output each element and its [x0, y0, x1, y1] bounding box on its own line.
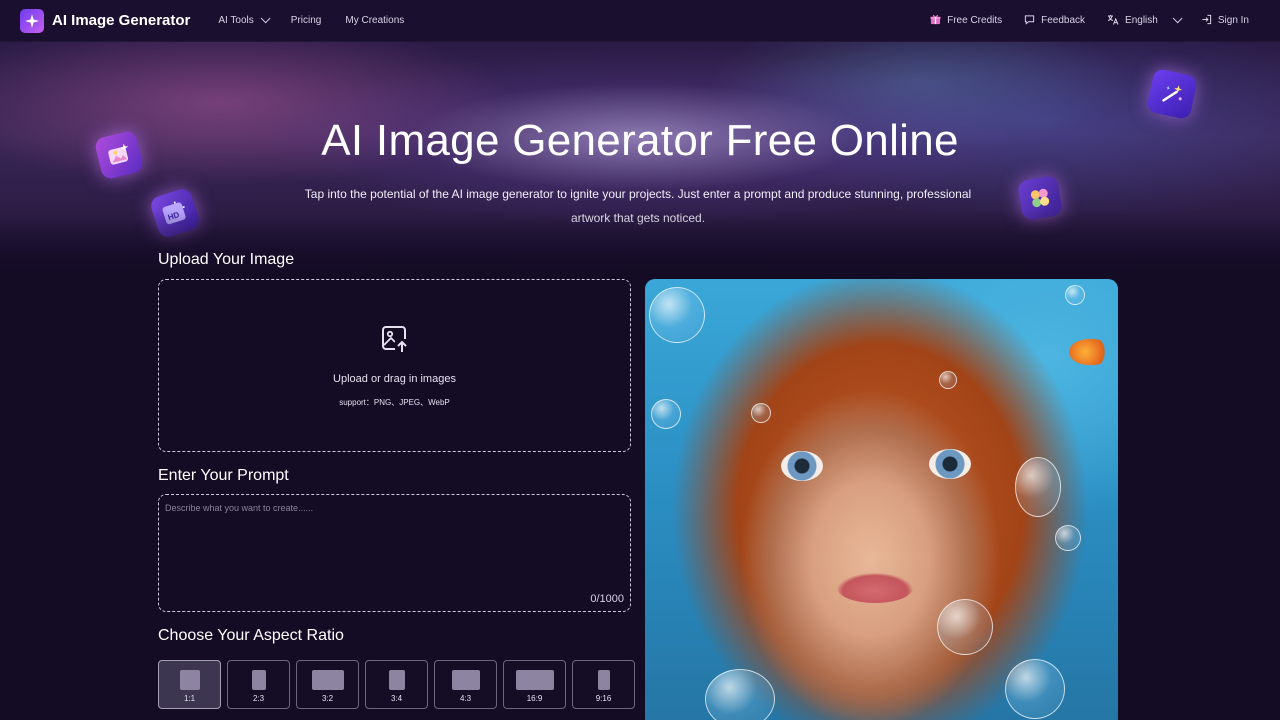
chevron-down-icon [260, 13, 271, 24]
hero-banner: HD AI Image Generator Free Online Tap in… [0, 42, 1280, 280]
aspect-ratio-3-2[interactable]: 3:2 [296, 660, 359, 709]
portrait-eye-right [929, 449, 971, 479]
nav-ai-tools[interactable]: AI Tools [218, 13, 271, 26]
prompt-section-title: Enter Your Prompt [158, 467, 289, 484]
nav-my-creations-label: My Creations [345, 15, 405, 26]
aspect-ratio-3-4[interactable]: 3:4 [365, 660, 428, 709]
ratio-preview-shape [515, 670, 554, 690]
chevron-down-icon [1172, 13, 1183, 24]
bubble [1055, 525, 1081, 551]
nav-pricing[interactable]: Pricing [291, 15, 322, 26]
ratio-label: 1:1 [183, 694, 196, 703]
ratio-label: 4:3 [459, 694, 472, 703]
ratio-label: 3:2 [321, 694, 334, 703]
sparkle-logo-icon [20, 8, 44, 33]
sign-in-link[interactable]: Sign In [1201, 14, 1249, 28]
prompt-char-count: 0/1000 [590, 593, 624, 605]
brand-title: AI Image Generator [52, 12, 191, 29]
nav-my-creations[interactable]: My Creations [345, 15, 404, 26]
prompt-container: 0/1000 [158, 494, 631, 612]
language-label: English [1125, 15, 1158, 26]
svg-text:HD: HD [167, 210, 181, 222]
feedback-label: Feedback [1041, 15, 1086, 26]
bubble [1005, 659, 1065, 719]
ratio-preview-shape [388, 670, 405, 690]
feedback-link[interactable]: Feedback [1024, 14, 1085, 28]
prompt-input[interactable] [165, 503, 623, 587]
magic-wand-icon [1145, 67, 1199, 121]
ratio-label: 2:3 [252, 694, 265, 703]
ratio-preview-shape [311, 670, 344, 690]
aspect-ratio-4-3[interactable]: 4:3 [434, 660, 497, 709]
free-credits-label: Free Credits [947, 15, 1003, 26]
portrait-lips [837, 573, 913, 603]
aspect-ratio-section-title: Choose Your Aspect Ratio [158, 627, 344, 644]
bubble [937, 599, 993, 655]
upload-dropzone[interactable]: Upload or drag in images support：PNG、JPE… [158, 279, 631, 452]
bubble [1015, 457, 1061, 517]
bubble [751, 403, 771, 423]
upload-section-title: Upload Your Image [158, 251, 295, 268]
ratio-preview-shape [451, 670, 480, 690]
top-navbar: AI Image Generator AI Tools Pricing My C… [0, 0, 1280, 42]
ratio-label: 9:16 [595, 694, 612, 703]
ratio-preview-shape [597, 670, 610, 690]
chat-bubble-icon [1024, 14, 1035, 28]
ratio-preview-shape [251, 670, 266, 690]
bubble [1065, 285, 1085, 305]
upload-instruction: Upload or drag in images [333, 372, 456, 385]
hero-subtitle: Tap into the potential of the AI image g… [304, 187, 972, 225]
free-credits-link[interactable]: Free Credits [930, 14, 1002, 28]
gift-icon [930, 14, 941, 28]
language-select[interactable]: English [1107, 13, 1183, 28]
page-title: AI Image Generator Free Online [321, 116, 959, 165]
translate-icon [1107, 14, 1119, 28]
nav-links: AI Tools Pricing My Creations [218, 13, 404, 26]
bubble [705, 669, 775, 720]
aspect-ratio-16-9[interactable]: 16:9 [503, 660, 566, 709]
bubble [649, 287, 705, 343]
ratio-preview-shape [179, 670, 200, 690]
apps-grid-icon [1016, 174, 1064, 222]
nav-right: Free Credits Feedback English Sign In [930, 13, 1260, 28]
ratio-label: 16:9 [526, 694, 543, 703]
aspect-ratio-9-16[interactable]: 9:16 [572, 660, 635, 709]
nav-pricing-label: Pricing [290, 15, 322, 26]
nav-ai-tools-label: AI Tools [218, 15, 254, 26]
aspect-ratio-options: 1:1 2:3 3:2 3:4 4:3 16:9 9:16 [158, 660, 635, 709]
upload-support-formats: support：PNG、JPEG、WebP [339, 397, 450, 407]
aspect-ratio-2-3[interactable]: 2:3 [227, 660, 290, 709]
sign-in-icon [1201, 14, 1212, 28]
bubble [651, 399, 681, 429]
ratio-label: 3:4 [390, 694, 403, 703]
brand[interactable]: AI Image Generator [20, 8, 191, 33]
goldfish [1069, 339, 1109, 365]
example-preview-image [645, 279, 1118, 720]
hd-image-icon: HD [148, 186, 202, 240]
sign-in-label: Sign In [1217, 15, 1249, 26]
aspect-ratio-1-1[interactable]: 1:1 [158, 660, 221, 709]
bubble [939, 371, 957, 389]
image-upload-icon [380, 324, 410, 359]
portrait-eye-left [781, 451, 823, 481]
